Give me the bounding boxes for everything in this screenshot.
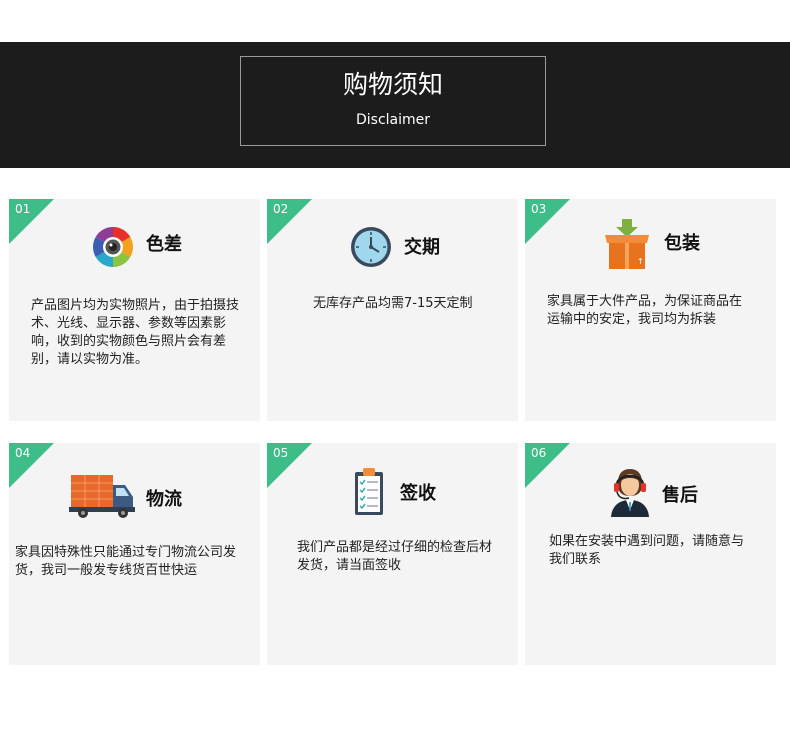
- card-number: 05: [273, 446, 289, 460]
- card-number: 04: [15, 446, 31, 460]
- card-description: 无库存产品均需7-15天定制: [313, 296, 473, 311]
- customer-service-headset-icon: [609, 465, 651, 521]
- card-number: 06: [531, 446, 547, 460]
- delivery-truck-icon: [69, 473, 135, 523]
- header-title-frame: 购物须知 Disclaimer: [240, 56, 546, 146]
- card-title: 交期: [404, 237, 440, 258]
- card-title: 包装: [664, 233, 700, 254]
- page-title: 购物须知: [342, 70, 443, 99]
- notice-card-packaging: 03 ↑↑ 包装 家具属于大件产品，为保证商品在运输中的安定，我司均为拆装: [525, 199, 776, 421]
- notice-card-after-sales: 06 售后 如果在安装中遇到问题，请随意与我们联系: [525, 443, 776, 665]
- notice-card-logistics: 04 物流 家具因特殊性只能通过专门物流公司发货，我司一般发专线货百世快运: [9, 443, 260, 665]
- card-description: 家具属于大件产品，为保证商品在运输中的安定，我司均为拆装: [547, 294, 743, 327]
- card-description: 如果在安装中遇到问题，请随意与我们联系: [549, 534, 745, 567]
- card-title: 签收: [400, 483, 436, 504]
- notice-card-color-difference: 01 色差 产品图片均为实物照片，由于拍摄技术、光线、显示器、参数等因素影响，收…: [9, 199, 260, 421]
- camera-lens-icon: [91, 225, 135, 273]
- card-description: 产品图片均为实物照片，由于拍摄技术、光线、显示器、参数等因素影响，收到的实物颜色…: [31, 298, 240, 367]
- card-title: 售后: [662, 485, 698, 506]
- header-banner: 购物须知 Disclaimer: [0, 42, 790, 168]
- clipboard-checklist-icon: [353, 467, 385, 521]
- card-number: 01: [15, 202, 31, 216]
- card-description: 我们产品都是经过仔细的检查后材发货，请当面签收: [297, 540, 493, 573]
- package-box-icon: ↑↑: [601, 217, 653, 275]
- card-title: 色差: [146, 234, 182, 255]
- clock-icon: [349, 225, 393, 273]
- card-number: 02: [273, 202, 289, 216]
- card-title: 物流: [146, 489, 182, 510]
- notice-card-sign-receipt: 05 签收 我们产品都是经过仔细的检查后材发货，请当面签收: [267, 443, 518, 665]
- page-subtitle: Disclaimer: [355, 112, 431, 128]
- svg-text:↑↑: ↑↑: [637, 257, 650, 266]
- notice-card-delivery-time: 02 交期 无库存产品均需7-15天定制: [267, 199, 518, 421]
- card-number: 03: [531, 202, 547, 216]
- card-description: 家具因特殊性只能通过专门物流公司发货，我司一般发专线货百世快运: [15, 545, 237, 578]
